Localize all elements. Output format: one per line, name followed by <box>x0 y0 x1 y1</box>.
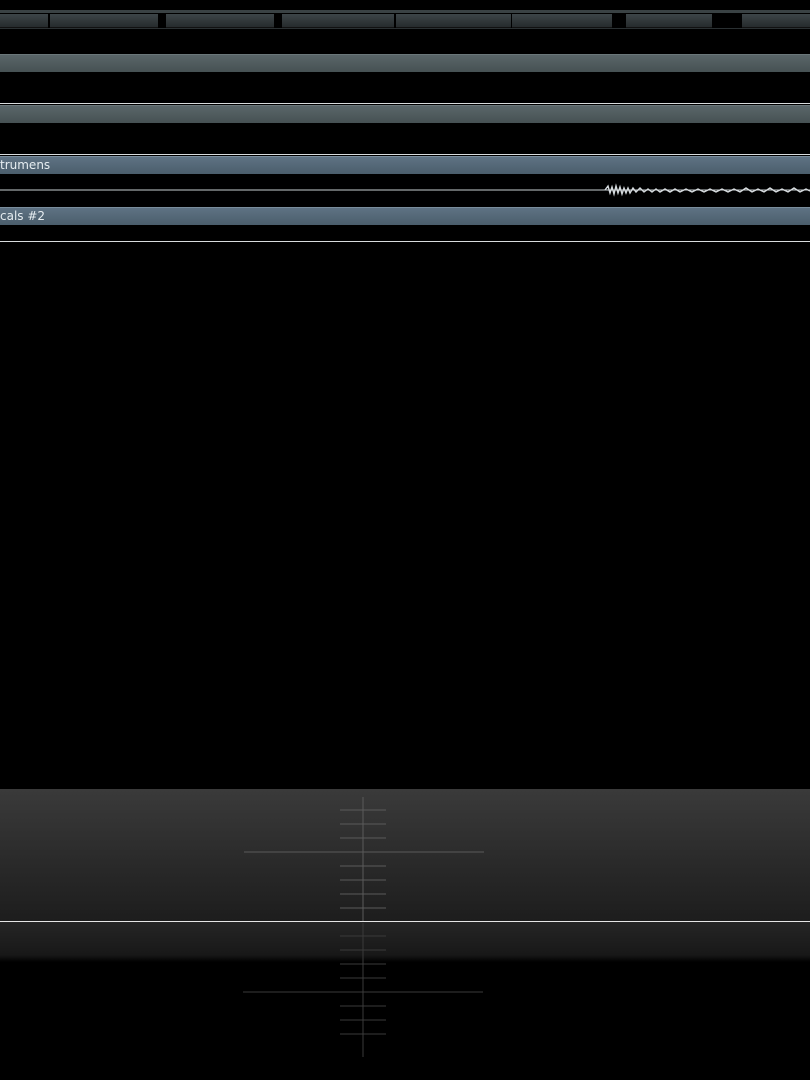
track-2[interactable] <box>0 105 810 155</box>
phase-scope-crosshair-icon <box>243 797 484 1057</box>
track-1-baseline <box>0 103 810 104</box>
daw-window: trumens cals #2 <box>0 0 810 1080</box>
track-vocals-2-header[interactable]: cals #2 <box>0 207 810 225</box>
track-instruments-header[interactable]: trumens <box>0 156 810 174</box>
overview-region[interactable] <box>512 14 612 28</box>
track-instruments-lane[interactable] <box>0 174 810 207</box>
overview-region[interactable] <box>0 14 48 28</box>
arrangement-overview[interactable] <box>0 8 810 34</box>
overview-baseline <box>0 28 810 29</box>
track-vocals-2-lane[interactable] <box>0 225 810 243</box>
overview-region[interactable] <box>626 14 712 28</box>
track-2-header[interactable] <box>0 105 810 123</box>
arrangement-empty-area[interactable] <box>0 244 810 789</box>
track-vocals-2-baseline <box>0 241 810 242</box>
track-2-lane[interactable] <box>0 123 810 155</box>
waveform <box>0 183 810 197</box>
track-instruments-name: trumens <box>0 158 51 172</box>
meter-panel <box>0 789 810 1080</box>
track-instruments[interactable]: trumens <box>0 156 810 207</box>
track-1-lane[interactable] <box>0 72 810 104</box>
overview-region[interactable] <box>396 14 511 28</box>
overview-region[interactable] <box>742 14 810 28</box>
track-vocals-2-name: cals #2 <box>0 209 46 223</box>
track-vocals-2[interactable]: cals #2 <box>0 207 810 243</box>
overview-region[interactable] <box>50 14 158 28</box>
overview-region[interactable] <box>166 14 274 28</box>
track-2-baseline <box>0 154 810 155</box>
overview-region[interactable] <box>282 14 394 28</box>
track-1-header[interactable] <box>0 54 810 72</box>
track-1[interactable] <box>0 54 810 104</box>
overview-rail <box>0 10 810 13</box>
